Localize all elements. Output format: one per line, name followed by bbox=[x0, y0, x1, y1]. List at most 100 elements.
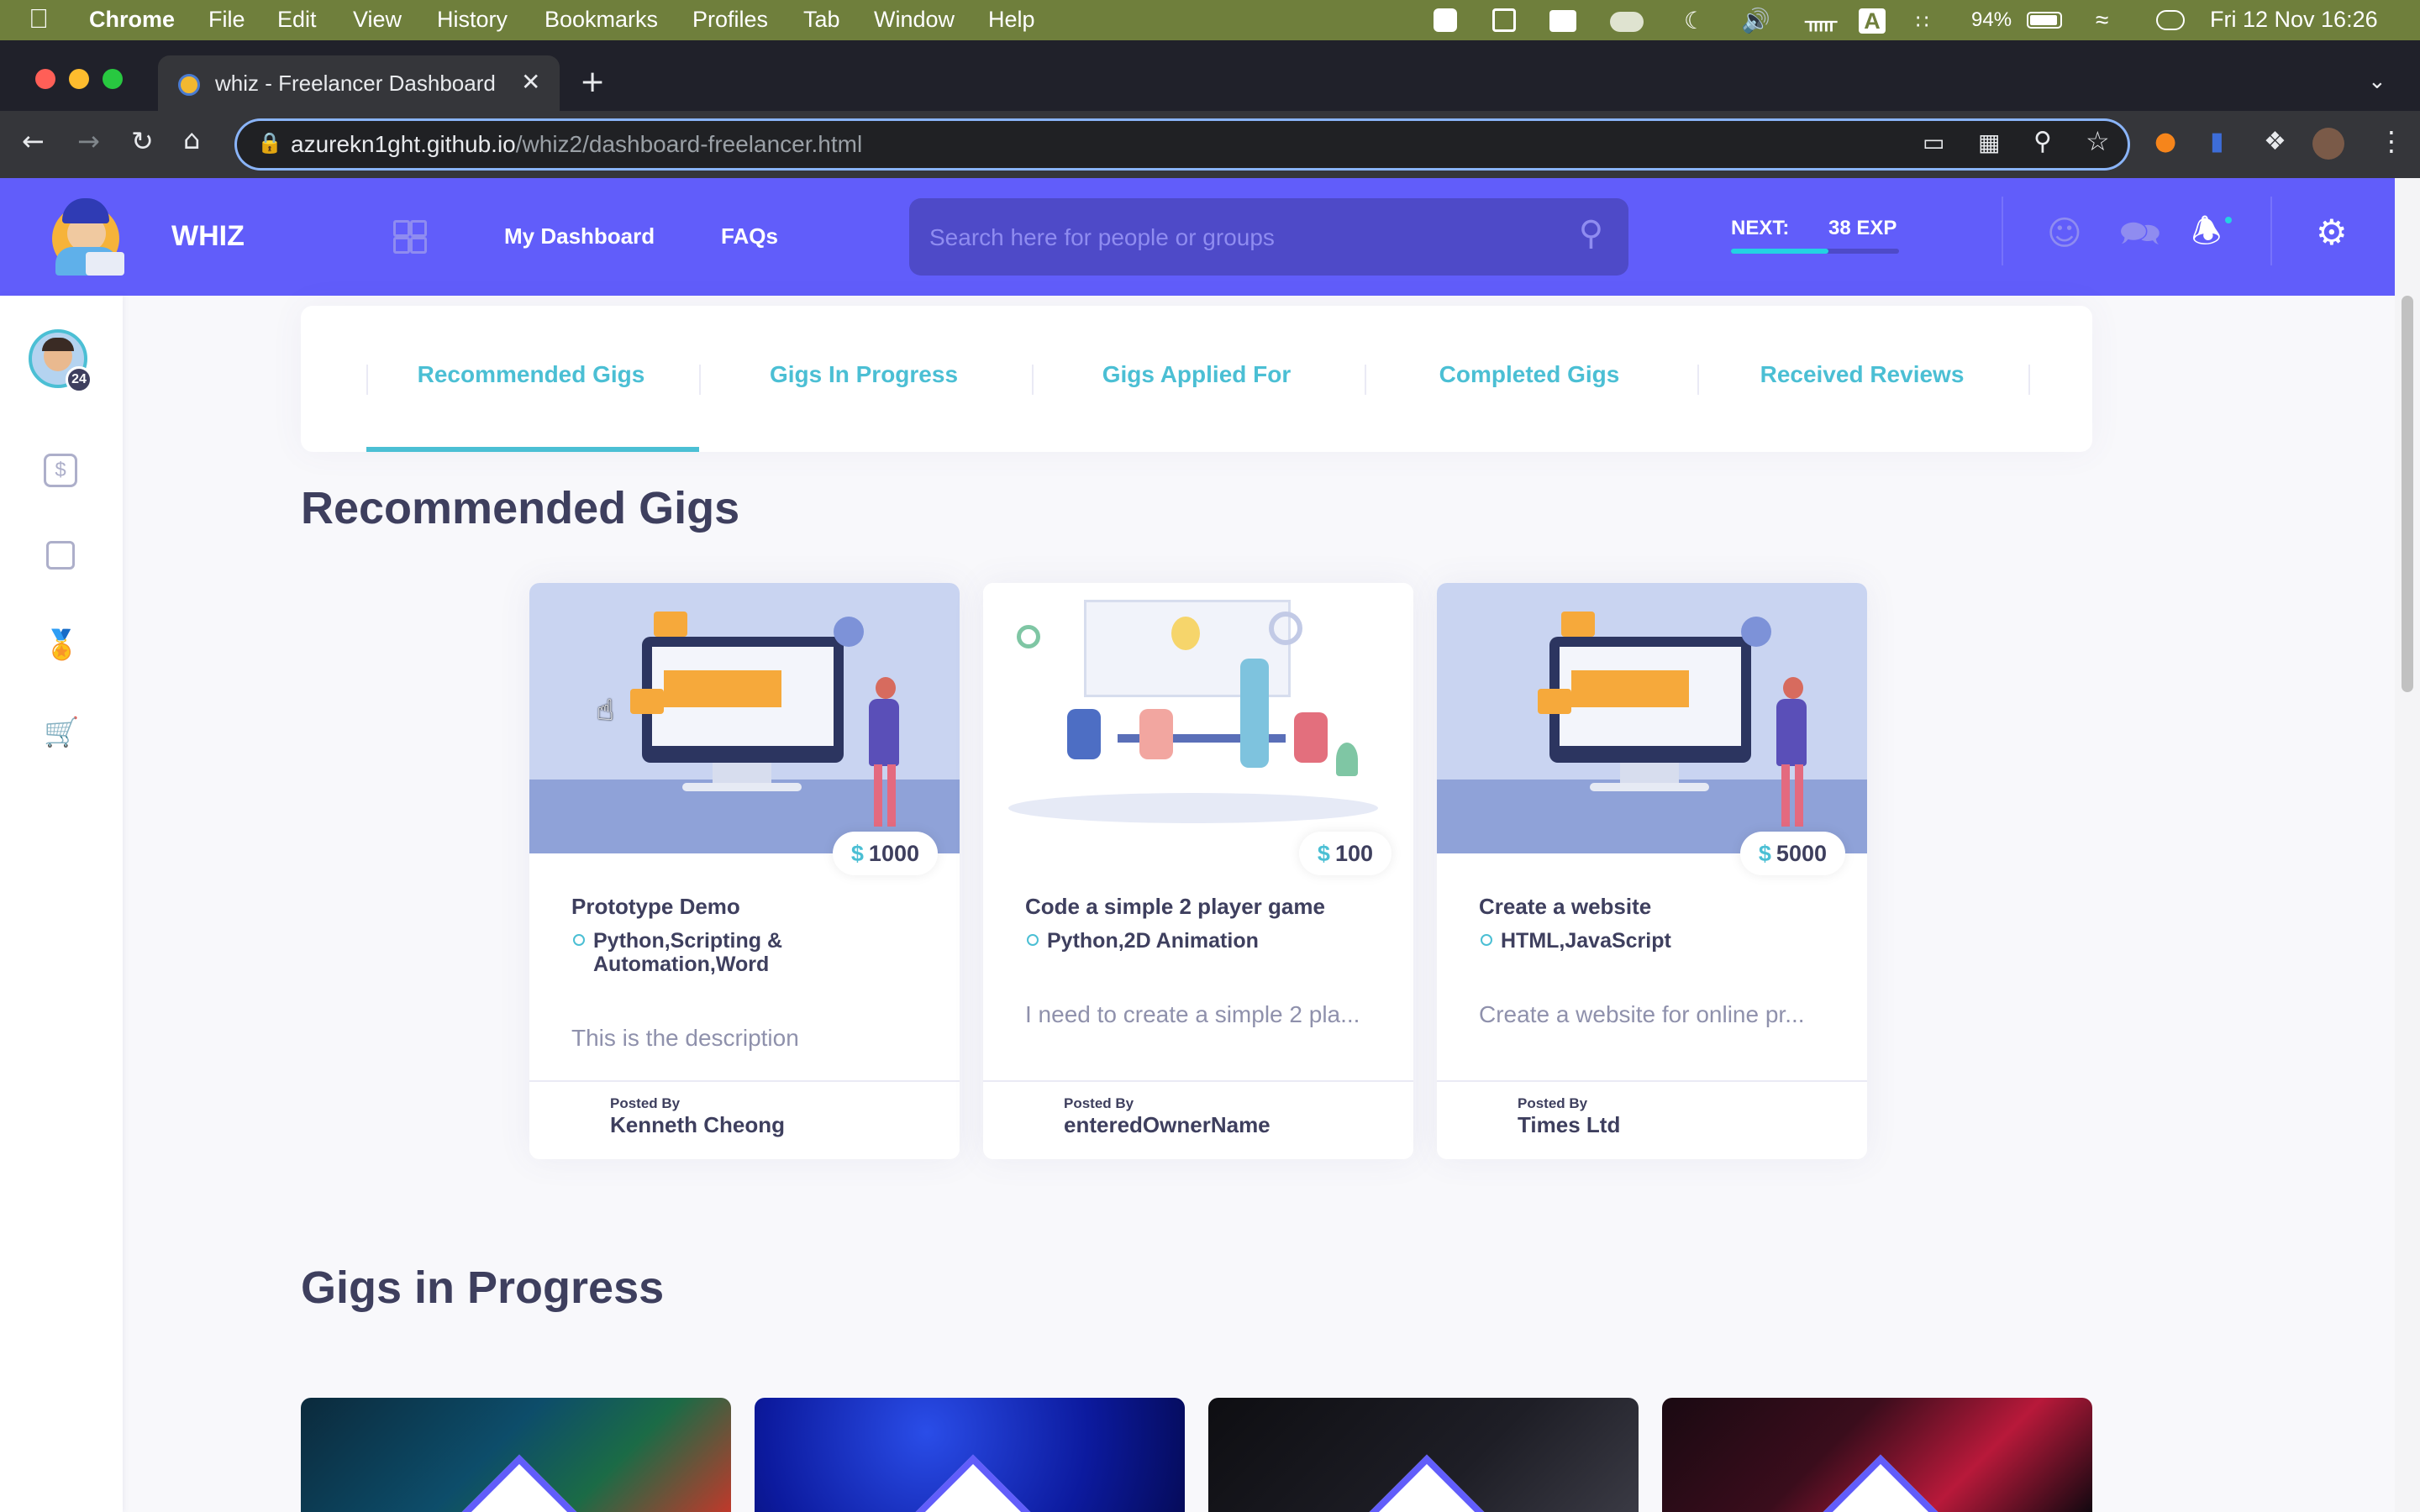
menu-edit[interactable]: Edit bbox=[277, 7, 317, 33]
menu-window[interactable]: Window bbox=[874, 7, 955, 33]
network-activity-icon[interactable]: ∷ bbox=[1916, 10, 1928, 34]
posted-by-label: Posted By bbox=[610, 1095, 681, 1111]
tab-search-icon[interactable]: ⌄ bbox=[2368, 71, 2386, 92]
brand-name[interactable]: WHIZ bbox=[171, 220, 245, 253]
tab-gigs-in-progress[interactable]: Gigs In Progress bbox=[697, 361, 1030, 388]
whiz-logo[interactable] bbox=[44, 197, 128, 279]
macos-menubar:  Chrome File Edit View History Bookmark… bbox=[0, 0, 2420, 40]
url-text[interactable]: azurekn1ght.github.io/whiz2/dashboard-fr… bbox=[291, 131, 862, 158]
posted-by-label: Posted By bbox=[1064, 1095, 1134, 1111]
menu-profiles[interactable]: Profiles bbox=[692, 7, 768, 33]
gig-description: This is the description bbox=[571, 1025, 799, 1051]
tab-recommended-gigs[interactable]: Recommended Gigs bbox=[365, 361, 697, 388]
search-input[interactable] bbox=[928, 217, 1553, 259]
gig-tags: HTML,JavaScript bbox=[1481, 929, 1820, 953]
gig-card-footer bbox=[1437, 1080, 1867, 1159]
gig-progress-card[interactable] bbox=[1662, 1398, 2092, 1512]
nav-my-dashboard[interactable]: My Dashboard bbox=[504, 223, 655, 249]
menu-app-name[interactable]: Chrome bbox=[89, 7, 175, 33]
home-icon[interactable]: ⌂ bbox=[183, 126, 200, 153]
exp-progress-track bbox=[1731, 249, 1899, 254]
bookmark-star-icon[interactable]: ☆ bbox=[2086, 128, 2110, 155]
medal-icon[interactable]: 🏅 bbox=[44, 628, 79, 662]
gig-card[interactable]: $100 Code a simple 2 player game Python,… bbox=[983, 583, 1413, 1159]
record-icon[interactable] bbox=[1434, 8, 1457, 32]
gig-progress-card[interactable] bbox=[301, 1398, 731, 1512]
cast-icon[interactable]: ▭ bbox=[1923, 131, 1944, 155]
extensions-icon[interactable]: ❖ bbox=[2264, 129, 2286, 155]
menu-help[interactable]: Help bbox=[988, 7, 1035, 33]
lock-icon[interactable]: 🔒 bbox=[257, 133, 282, 153]
scrollbar-thumb[interactable] bbox=[2402, 296, 2413, 692]
menu-tab[interactable]: Tab bbox=[803, 7, 840, 33]
zoom-icon[interactable]: ⚲ bbox=[2033, 129, 2052, 155]
gig-poster-name[interactable]: Times Ltd bbox=[1518, 1112, 1620, 1138]
gig-price: 100 bbox=[1334, 841, 1373, 866]
moon-icon[interactable]: ☾ bbox=[1684, 7, 1705, 34]
gig-tags: Python,2D Animation bbox=[1027, 929, 1366, 953]
search-bar: ⚲ bbox=[909, 198, 1628, 276]
currency-symbol: $ bbox=[850, 841, 864, 866]
gig-illustration-computer bbox=[529, 583, 960, 853]
gig-poster-name[interactable]: enteredOwnerName bbox=[1064, 1112, 1270, 1138]
card-list-icon[interactable] bbox=[44, 541, 77, 575]
currency-symbol: $ bbox=[1317, 841, 1330, 866]
nav-faqs[interactable]: FAQs bbox=[721, 223, 778, 249]
forward-icon[interactable]: → bbox=[77, 128, 100, 155]
battery-icon[interactable] bbox=[2027, 12, 2062, 29]
messages-icon[interactable]: 🗪 bbox=[2119, 217, 2161, 250]
bluetooth-icon[interactable]: ᚅ bbox=[1805, 7, 1837, 34]
tab-separator bbox=[2028, 365, 2030, 395]
grid-menu-icon[interactable] bbox=[393, 220, 427, 254]
settings-gear-icon[interactable]: ⚙ bbox=[2316, 215, 2348, 250]
gig-card[interactable]: $5000 Create a website HTML,JavaScript C… bbox=[1437, 583, 1867, 1159]
store-basket-icon[interactable]: 🛒 bbox=[44, 716, 79, 749]
qr-code-icon[interactable]: ▦ bbox=[1978, 131, 2000, 155]
user-avatar[interactable]: 24 bbox=[29, 329, 92, 393]
gig-title[interactable]: Code a simple 2 player game bbox=[1025, 894, 1325, 920]
apple-icon[interactable]:  bbox=[29, 3, 49, 34]
shield-extension-icon[interactable]: ▮ bbox=[2210, 129, 2224, 155]
back-icon[interactable]: ← bbox=[22, 128, 45, 155]
close-window-button[interactable] bbox=[35, 69, 55, 89]
tab-completed-gigs[interactable]: Completed Gigs bbox=[1363, 361, 1696, 388]
wifi-icon[interactable]: ≈ bbox=[2096, 7, 2108, 34]
reload-icon[interactable]: ↻ bbox=[131, 128, 154, 155]
zoom-window-button[interactable] bbox=[103, 69, 123, 89]
active-tab-underline bbox=[366, 447, 699, 452]
clock[interactable]: Fri 12 Nov 16:26 bbox=[2210, 7, 2378, 33]
cloud-icon[interactable] bbox=[1610, 12, 1644, 32]
gig-poster-name[interactable]: Kenneth Cheong bbox=[610, 1112, 785, 1138]
profile-avatar[interactable] bbox=[2312, 128, 2344, 160]
hand-cursor-icon: ☝ bbox=[597, 694, 614, 727]
search-icon[interactable]: ⚲ bbox=[1579, 217, 1603, 250]
minimize-window-button[interactable] bbox=[69, 69, 89, 89]
tab-gigs-applied-for[interactable]: Gigs Applied For bbox=[1030, 361, 1363, 388]
screenshot-icon[interactable] bbox=[1549, 10, 1576, 32]
volume-icon[interactable]: 🔊 bbox=[1741, 7, 1770, 34]
input-source-icon[interactable]: A bbox=[1859, 8, 1886, 34]
gig-progress-card[interactable] bbox=[1208, 1398, 1639, 1512]
friends-smile-icon[interactable]: ☺ bbox=[2047, 217, 2082, 250]
close-tab-icon[interactable]: ✕ bbox=[521, 71, 540, 94]
menu-view[interactable]: View bbox=[353, 7, 402, 33]
drive-icon[interactable] bbox=[1492, 8, 1516, 32]
menu-file[interactable]: File bbox=[208, 7, 245, 33]
notifications-bell-icon[interactable]: 🕭 bbox=[2191, 215, 2222, 249]
gig-card[interactable]: $1000 Prototype Demo Python,Scripting & … bbox=[529, 583, 960, 1159]
gig-progress-card[interactable] bbox=[755, 1398, 1185, 1512]
menu-bookmarks[interactable]: Bookmarks bbox=[544, 7, 658, 33]
url-path: /whiz2/dashboard-freelancer.html bbox=[515, 131, 863, 157]
new-tab-icon[interactable]: + bbox=[580, 67, 605, 97]
more-menu-icon[interactable]: ⋮ bbox=[2378, 128, 2405, 155]
tab-received-reviews[interactable]: Received Reviews bbox=[1696, 361, 2028, 388]
menu-history[interactable]: History bbox=[437, 7, 508, 33]
control-center-icon[interactable] bbox=[2156, 10, 2185, 30]
exp-progress-fill bbox=[1731, 249, 1828, 254]
dollar-icon[interactable]: $ bbox=[44, 454, 77, 487]
gig-title[interactable]: Create a website bbox=[1479, 894, 1651, 920]
gig-price-badge: $1000 bbox=[832, 832, 938, 875]
gig-title[interactable]: Prototype Demo bbox=[571, 894, 740, 920]
header-divider bbox=[2002, 197, 2003, 265]
metamask-extension-icon[interactable]: ● bbox=[2154, 129, 2176, 155]
